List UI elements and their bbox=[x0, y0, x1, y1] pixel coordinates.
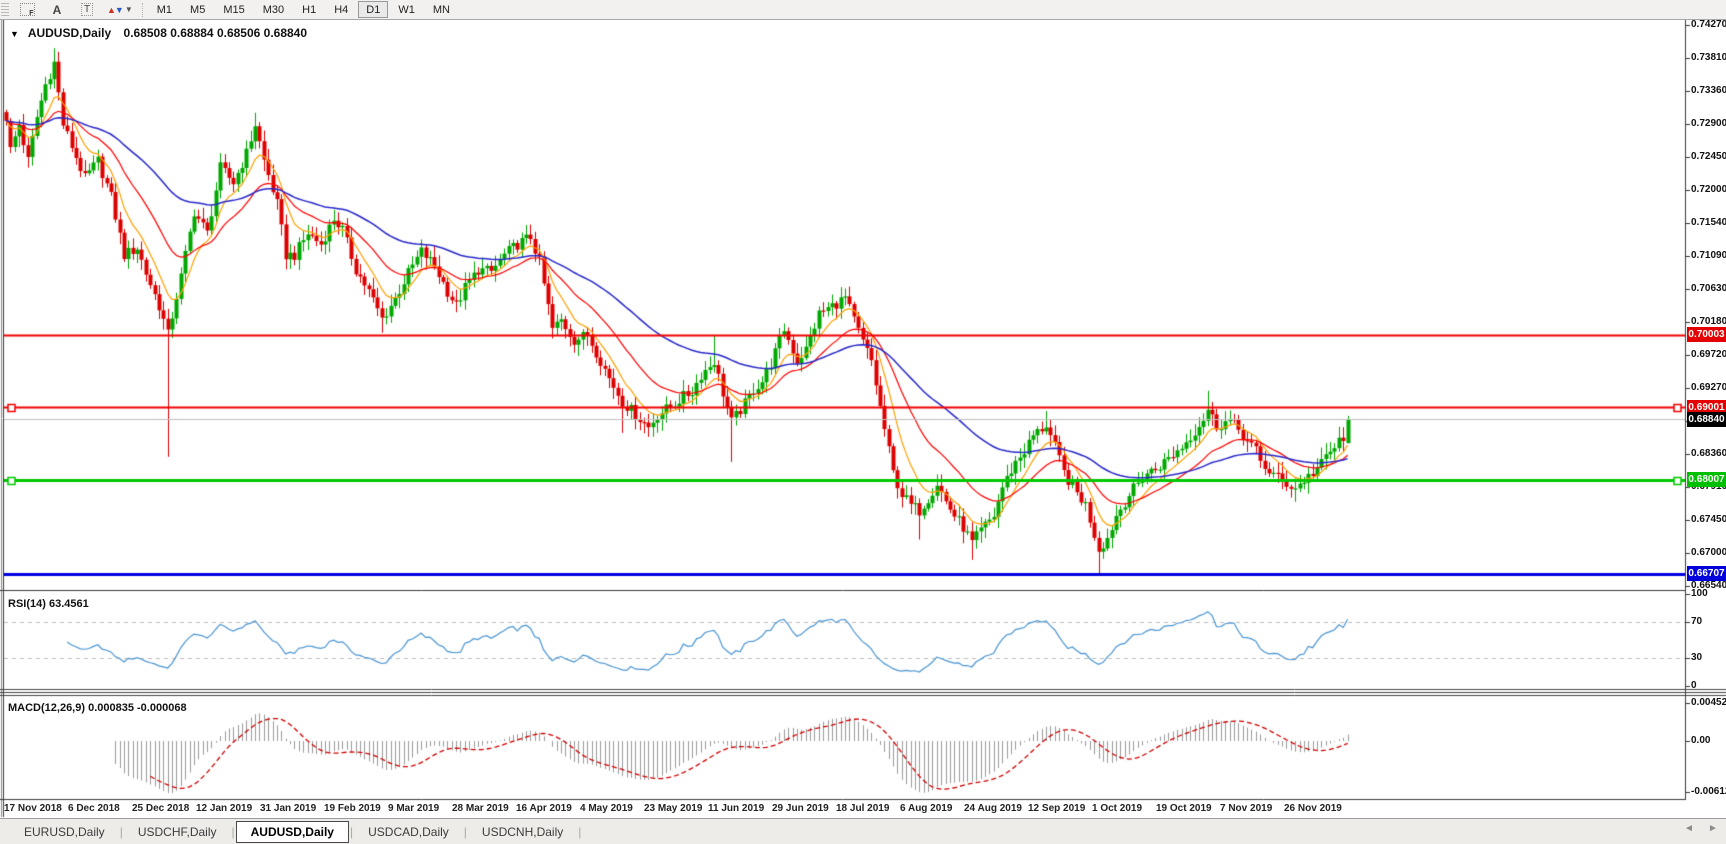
rsi-indicator-label: RSI(14) 63.4561 bbox=[8, 598, 89, 610]
date-axis-label: 17 Nov 2018 bbox=[4, 803, 62, 814]
tab-audusd-daily[interactable]: AUDUSD,Daily bbox=[236, 821, 349, 843]
date-axis-label: 24 Aug 2019 bbox=[964, 803, 1022, 814]
timeframe-button-group: M1M5M15M30H1H4D1W1MN bbox=[148, 1, 459, 18]
price-axis-label: 0.72000 bbox=[1691, 184, 1726, 195]
date-axis-label: 31 Jan 2019 bbox=[260, 803, 316, 814]
date-axis-label: 26 Nov 2019 bbox=[1284, 803, 1342, 814]
tf-button-h1[interactable]: H1 bbox=[294, 1, 324, 18]
hline-price-tag: 0.66707 bbox=[1687, 566, 1726, 581]
toolbar-drag-handle[interactable] bbox=[1, 3, 9, 17]
date-axis-label: 12 Sep 2019 bbox=[1028, 803, 1085, 814]
date-axis-label: 1 Oct 2019 bbox=[1092, 803, 1142, 814]
price-axis-label: 0.69270 bbox=[1691, 382, 1726, 393]
date-axis-label: 6 Aug 2019 bbox=[900, 803, 952, 814]
tf-button-m30[interactable]: M30 bbox=[255, 1, 292, 18]
price-axis-label: 0.71540 bbox=[1691, 217, 1726, 228]
rsi-axis-label: 0 bbox=[1691, 680, 1697, 691]
tab-eurusd-daily[interactable]: EURUSD,Daily bbox=[10, 822, 119, 842]
macd-axis-label: 0.00 bbox=[1691, 735, 1710, 746]
top-toolbar: F A T ▲▼ ▼ M1M5M15M30H1H4D1W1MN bbox=[0, 0, 1726, 20]
chart-ohlc-values: 0.68508 0.68884 0.68506 0.68840 bbox=[124, 26, 308, 40]
rsi-axis-label: 100 bbox=[1691, 588, 1708, 599]
price-axis-label: 0.67450 bbox=[1691, 514, 1726, 525]
date-axis-label: 6 Dec 2018 bbox=[68, 803, 120, 814]
tab-strip: EURUSD,Daily|USDCHF,Daily|AUDUSD,Daily|U… bbox=[10, 821, 582, 843]
tf-button-m1[interactable]: M1 bbox=[149, 1, 180, 18]
tab-usdcnh-daily[interactable]: USDCNH,Daily bbox=[468, 822, 577, 842]
mt4-application: F A T ▲▼ ▼ M1M5M15M30H1H4D1W1MN ▼ AUDUSD… bbox=[0, 0, 1726, 844]
date-axis-label: 16 Apr 2019 bbox=[516, 803, 572, 814]
chart-symbol: AUDUSD,Daily bbox=[28, 26, 111, 40]
date-axis-label: 25 Dec 2018 bbox=[132, 803, 189, 814]
date-axis-label: 29 Jun 2019 bbox=[772, 803, 829, 814]
price-axis-label: 0.72900 bbox=[1691, 118, 1726, 129]
chart-grid-f-icon[interactable]: F bbox=[13, 1, 41, 19]
chart-title: ▼ AUDUSD,Daily 0.68508 0.68884 0.68506 0… bbox=[10, 26, 307, 40]
date-axis-label: 23 May 2019 bbox=[644, 803, 702, 814]
date-axis-label: 9 Mar 2019 bbox=[388, 803, 439, 814]
hline-price-tag: 0.70003 bbox=[1687, 327, 1726, 342]
tf-button-w1[interactable]: W1 bbox=[390, 1, 423, 18]
date-axis-label: 19 Oct 2019 bbox=[1156, 803, 1212, 814]
price-axis-label: 0.68360 bbox=[1691, 448, 1726, 459]
current-price-tag: 0.68840 bbox=[1687, 412, 1726, 427]
tf-button-d1[interactable]: D1 bbox=[358, 1, 388, 18]
date-axis-label: 12 Jan 2019 bbox=[196, 803, 252, 814]
price-axis-label: 0.74270 bbox=[1691, 19, 1726, 30]
price-axis-label: 0.72450 bbox=[1691, 151, 1726, 162]
rsi-axis-label: 70 bbox=[1691, 616, 1702, 627]
hline-price-tag: 0.68007 bbox=[1687, 472, 1726, 487]
price-axis-label: 0.69720 bbox=[1691, 349, 1726, 360]
price-axis-label: 0.70180 bbox=[1691, 316, 1726, 327]
dropdown-caret-icon[interactable]: ▼ bbox=[125, 5, 133, 14]
tf-button-mn[interactable]: MN bbox=[425, 1, 458, 18]
macd-axis-label: -0.006122 bbox=[1691, 786, 1726, 797]
tab-usdchf-daily[interactable]: USDCHF,Daily bbox=[124, 822, 231, 842]
tab-usdcad-daily[interactable]: USDCAD,Daily bbox=[354, 822, 463, 842]
macd-axis-label: 0.004528 bbox=[1691, 697, 1726, 708]
tab-separator: | bbox=[577, 825, 582, 839]
tab-scroll-arrows: ◄ ► bbox=[1682, 823, 1720, 834]
a-glyph: A bbox=[53, 3, 62, 17]
collapse-triangle-icon[interactable]: ▼ bbox=[10, 29, 19, 39]
tf-button-m15[interactable]: M15 bbox=[215, 1, 252, 18]
chart-window: ▼ AUDUSD,Daily 0.68508 0.68884 0.68506 0… bbox=[0, 20, 1726, 818]
t-glyph: T bbox=[81, 3, 93, 16]
tf-button-h4[interactable]: H4 bbox=[326, 1, 356, 18]
price-axis-label: 0.70630 bbox=[1691, 283, 1726, 294]
price-axis-label: 0.67000 bbox=[1691, 547, 1726, 558]
date-axis-label: 28 Mar 2019 bbox=[452, 803, 509, 814]
date-axis-label: 7 Nov 2019 bbox=[1220, 803, 1272, 814]
price-chart-canvas[interactable] bbox=[0, 20, 1726, 818]
date-axis-label: 11 Jun 2019 bbox=[708, 803, 764, 814]
symbol-tab-bar: EURUSD,Daily|USDCHF,Daily|AUDUSD,Daily|U… bbox=[0, 818, 1726, 844]
macd-indicator-label: MACD(12,26,9) 0.000835 -0.000068 bbox=[8, 702, 187, 714]
toolbar-separator bbox=[142, 3, 144, 17]
scroll-left-icon[interactable]: ◄ bbox=[1682, 823, 1696, 834]
tf-button-m5[interactable]: M5 bbox=[182, 1, 213, 18]
grid-glyph: F bbox=[20, 3, 35, 16]
font-a-icon[interactable]: A bbox=[43, 1, 71, 19]
price-axis-label: 0.73360 bbox=[1691, 85, 1726, 96]
rsi-axis-label: 30 bbox=[1691, 652, 1702, 663]
date-axis-label: 4 May 2019 bbox=[580, 803, 633, 814]
price-axis-label: 0.73810 bbox=[1691, 52, 1726, 63]
arrange-colors-icon[interactable]: ▲▼ ▼ bbox=[103, 1, 137, 19]
date-axis-label: 19 Feb 2019 bbox=[324, 803, 381, 814]
price-axis-label: 0.71090 bbox=[1691, 250, 1726, 261]
scroll-right-icon[interactable]: ► bbox=[1706, 823, 1720, 834]
arrows-glyph: ▲▼ bbox=[107, 5, 123, 15]
text-t-icon[interactable]: T bbox=[73, 1, 101, 19]
date-axis-label: 18 Jul 2019 bbox=[836, 803, 889, 814]
